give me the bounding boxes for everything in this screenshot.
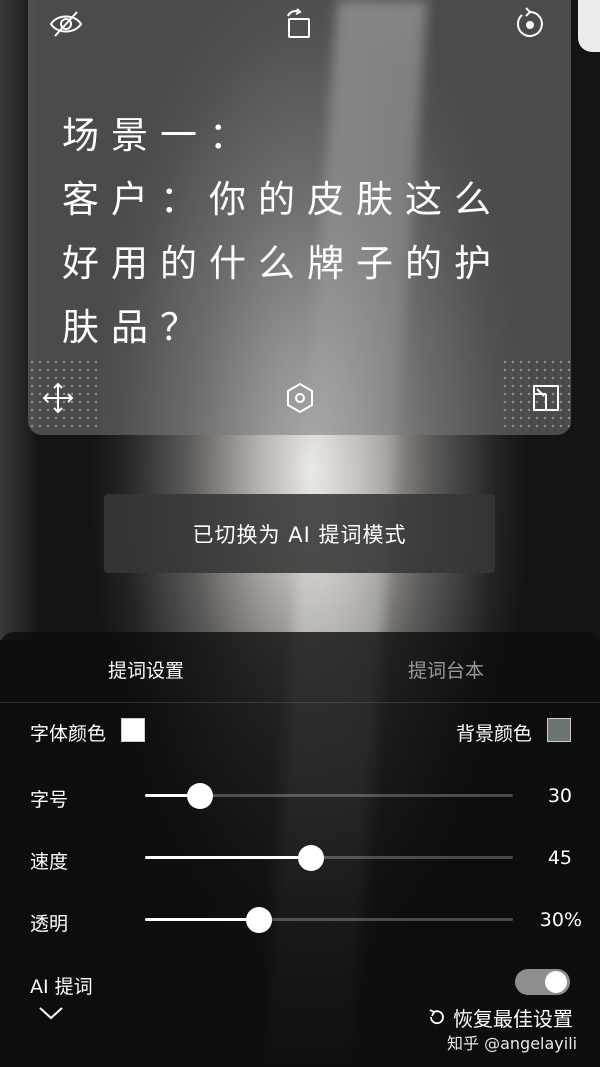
background-color-swatch[interactable] (547, 718, 571, 742)
speed-value: 45 (547, 847, 572, 869)
slider-thumb[interactable] (297, 845, 324, 871)
font-color-swatch[interactable] (121, 718, 145, 742)
rotate-reset-icon[interactable] (512, 6, 552, 46)
slider-thumb[interactable] (187, 783, 214, 809)
speed-label: 速度 (30, 851, 69, 873)
font-size-slider[interactable] (145, 783, 513, 809)
speed-slider[interactable] (145, 845, 513, 871)
slider-thumb[interactable] (246, 907, 273, 933)
tab-prompt-settings[interactable]: 提词设置 (108, 656, 184, 683)
resize-icon[interactable] (528, 380, 568, 420)
mode-toast: 已切换为 AI 提词模式 (104, 494, 495, 573)
font-size-value: 30 (547, 785, 572, 807)
background-color-label: 背景颜色 (456, 723, 533, 745)
prompter-script-text: 场景一： 客户：你的皮肤这么好用的什么牌子的护肤品？ (62, 114, 503, 349)
teleprompter-overlay: 场景一： 客户：你的皮肤这么好用的什么牌子的护肤品？ (28, 0, 571, 435)
eye-off-icon[interactable] (48, 6, 88, 46)
hexagon-icon[interactable] (282, 380, 322, 420)
settings-panel: 提词设置 提词台本 字体颜色 背景颜色 字号 30 速度 45 透明 30% A… (0, 632, 600, 1067)
tab-prompt-script[interactable]: 提词台本 (408, 656, 484, 683)
refresh-icon (429, 1009, 444, 1025)
move-icon[interactable] (40, 380, 80, 420)
transparency-label: 透明 (30, 913, 69, 935)
font-size-label: 字号 (30, 789, 69, 811)
toast-text: 已切换为 AI 提词模式 (192, 522, 407, 547)
scene-object (578, 0, 600, 52)
transparency-value: 30% (539, 909, 582, 931)
ai-prompt-label: AI 提词 (30, 976, 93, 998)
ai-prompt-toggle[interactable] (515, 969, 570, 995)
rotate-screen-icon[interactable] (280, 6, 320, 46)
reset-label: 恢复最佳设置 (453, 1006, 573, 1031)
transparency-slider[interactable] (145, 907, 513, 933)
watermark: 知乎 @angelayili (447, 1034, 578, 1053)
font-color-label: 字体颜色 (30, 723, 107, 745)
reset-best-settings-button[interactable]: 恢复最佳设置 (427, 1002, 573, 1032)
tab-bar: 提词设置 提词台本 (0, 632, 600, 703)
chevron-down-icon[interactable] (38, 1005, 64, 1021)
